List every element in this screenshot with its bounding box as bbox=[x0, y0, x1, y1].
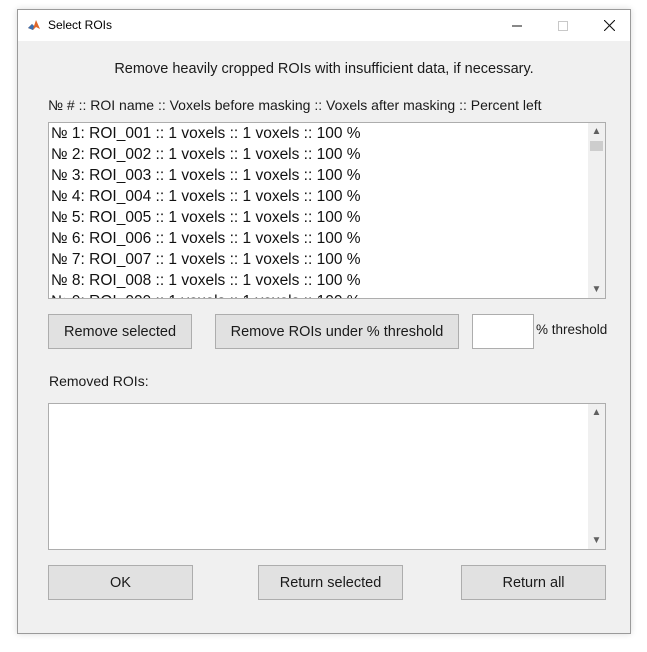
window-title: Select ROIs bbox=[48, 18, 113, 32]
list-item[interactable]: № 7: ROI_007 :: 1 voxels :: 1 voxels :: … bbox=[51, 249, 361, 270]
removed-rois-listbox[interactable]: ▲ ▼ bbox=[48, 403, 606, 550]
list-item[interactable]: № 1: ROI_001 :: 1 voxels :: 1 voxels :: … bbox=[51, 123, 361, 144]
threshold-input[interactable] bbox=[472, 314, 534, 349]
select-rois-window: Select ROIs Remove heavily cropped ROIs … bbox=[17, 9, 631, 634]
close-button[interactable] bbox=[586, 10, 632, 41]
remove-under-threshold-button[interactable]: Remove ROIs under % threshold bbox=[215, 314, 459, 349]
close-icon bbox=[603, 20, 615, 31]
list-item[interactable]: № 9: ROI_009 :: 1 voxels :: 1 voxels :: … bbox=[51, 291, 361, 298]
list-item[interactable]: № 4: ROI_004 :: 1 voxels :: 1 voxels :: … bbox=[51, 186, 361, 207]
maximize-button[interactable] bbox=[540, 10, 586, 41]
list-item[interactable]: № 8: ROI_008 :: 1 voxels :: 1 voxels :: … bbox=[51, 270, 361, 291]
removed-list-scrollbar[interactable]: ▲ ▼ bbox=[588, 404, 605, 549]
ok-button[interactable]: OK bbox=[48, 565, 193, 600]
list-item[interactable]: № 2: ROI_002 :: 1 voxels :: 1 voxels :: … bbox=[51, 144, 361, 165]
minimize-button[interactable] bbox=[494, 10, 540, 41]
roi-rows: № 1: ROI_001 :: 1 voxels :: 1 voxels :: … bbox=[51, 123, 361, 298]
return-selected-button[interactable]: Return selected bbox=[258, 565, 403, 600]
minimize-icon bbox=[512, 25, 522, 26]
matlab-app-icon bbox=[27, 18, 41, 32]
title-bar[interactable]: Select ROIs bbox=[18, 10, 630, 41]
list-header: № # :: ROI name :: Voxels before masking… bbox=[48, 97, 542, 113]
scroll-down-icon[interactable]: ▼ bbox=[588, 532, 605, 549]
instruction-text: Remove heavily cropped ROIs with insuffi… bbox=[114, 61, 534, 77]
scroll-up-icon[interactable]: ▲ bbox=[588, 123, 605, 140]
scroll-thumb[interactable] bbox=[590, 141, 603, 151]
roi-listbox[interactable]: № 1: ROI_001 :: 1 voxels :: 1 voxels :: … bbox=[48, 122, 606, 299]
list-item[interactable]: № 3: ROI_003 :: 1 voxels :: 1 voxels :: … bbox=[51, 165, 361, 186]
return-all-button[interactable]: Return all bbox=[461, 565, 606, 600]
scroll-up-icon[interactable]: ▲ bbox=[588, 404, 605, 421]
maximize-icon bbox=[558, 20, 568, 31]
list-item[interactable]: № 5: ROI_005 :: 1 voxels :: 1 voxels :: … bbox=[51, 207, 361, 228]
threshold-label: % threshold bbox=[536, 322, 608, 337]
remove-selected-button[interactable]: Remove selected bbox=[48, 314, 192, 349]
removed-rois-label: Removed ROIs: bbox=[49, 373, 149, 389]
roi-list-scrollbar[interactable]: ▲ ▼ bbox=[588, 123, 605, 298]
scroll-down-icon[interactable]: ▼ bbox=[588, 281, 605, 298]
list-item[interactable]: № 6: ROI_006 :: 1 voxels :: 1 voxels :: … bbox=[51, 228, 361, 249]
